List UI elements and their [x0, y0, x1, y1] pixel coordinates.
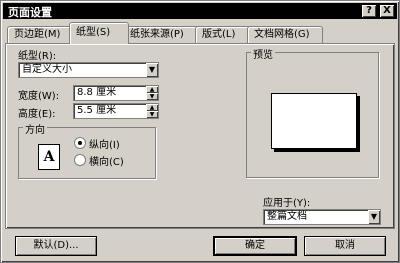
spin-down-icon[interactable]: ▼ [146, 111, 158, 118]
preview-page [271, 93, 357, 149]
dialog-title: 页面设置 [8, 6, 52, 19]
width-label: 宽度(W): [18, 91, 60, 102]
portrait-label[interactable]: 纵向(I) [89, 136, 120, 151]
landscape-label[interactable]: 横向(C) [89, 153, 124, 168]
paper-size-label: 纸型(R): [18, 51, 57, 62]
tab-paper-source[interactable]: 纸张来源(P) [123, 26, 201, 43]
spin-up-icon[interactable]: ▲ [146, 86, 158, 93]
orientation-group-title: 方向 [23, 121, 47, 136]
portrait-radio[interactable] [74, 137, 86, 149]
landscape-radio[interactable] [74, 154, 86, 166]
spin-down-icon[interactable]: ▼ [146, 93, 158, 100]
apply-to-label: 应用于(Y): [263, 198, 311, 209]
width-value: 8.8 厘米 [77, 87, 117, 98]
paper-size-value: 自定义大小 [22, 64, 72, 75]
chevron-down-icon[interactable]: ▼ [368, 210, 380, 224]
help-button[interactable]: ? [362, 5, 376, 17]
chevron-down-icon[interactable]: ▼ [146, 63, 158, 77]
apply-to-dropdown[interactable]: 整篇文档 ▼ [263, 209, 381, 225]
ok-button[interactable]: 确定 [213, 236, 297, 256]
title-bar: 页面设置 ? X [3, 3, 397, 19]
paper-size-dropdown[interactable]: 自定义大小 ▼ [18, 62, 159, 78]
tab-paper-size[interactable]: 纸型(S) [69, 22, 129, 44]
height-value: 5.5 厘米 [77, 105, 117, 116]
width-input[interactable]: 8.8 厘米 ▲ ▼ [73, 85, 159, 101]
height-input[interactable]: 5.5 厘米 ▲ ▼ [73, 103, 159, 119]
page-setup-dialog: 页面设置 ? X 页边距(M) 纸型(S) 纸张来源(P) 版式(L) 文档网格… [0, 0, 400, 263]
cancel-button[interactable]: 取消 [304, 236, 386, 256]
tab-layout[interactable]: 版式(L) [195, 26, 253, 43]
preview-group-title: 预览 [251, 46, 275, 61]
orientation-icon: A [38, 144, 60, 170]
spin-up-icon[interactable]: ▲ [146, 104, 158, 111]
height-label: 高度(E): [18, 109, 56, 120]
apply-to-value: 整篇文档 [267, 211, 307, 222]
tab-document-grid[interactable]: 文档网格(G) [247, 26, 323, 43]
close-button[interactable]: X [380, 5, 394, 17]
tab-margins[interactable]: 页边距(M) [7, 26, 75, 43]
default-button[interactable]: 默认(D)... [15, 236, 97, 256]
